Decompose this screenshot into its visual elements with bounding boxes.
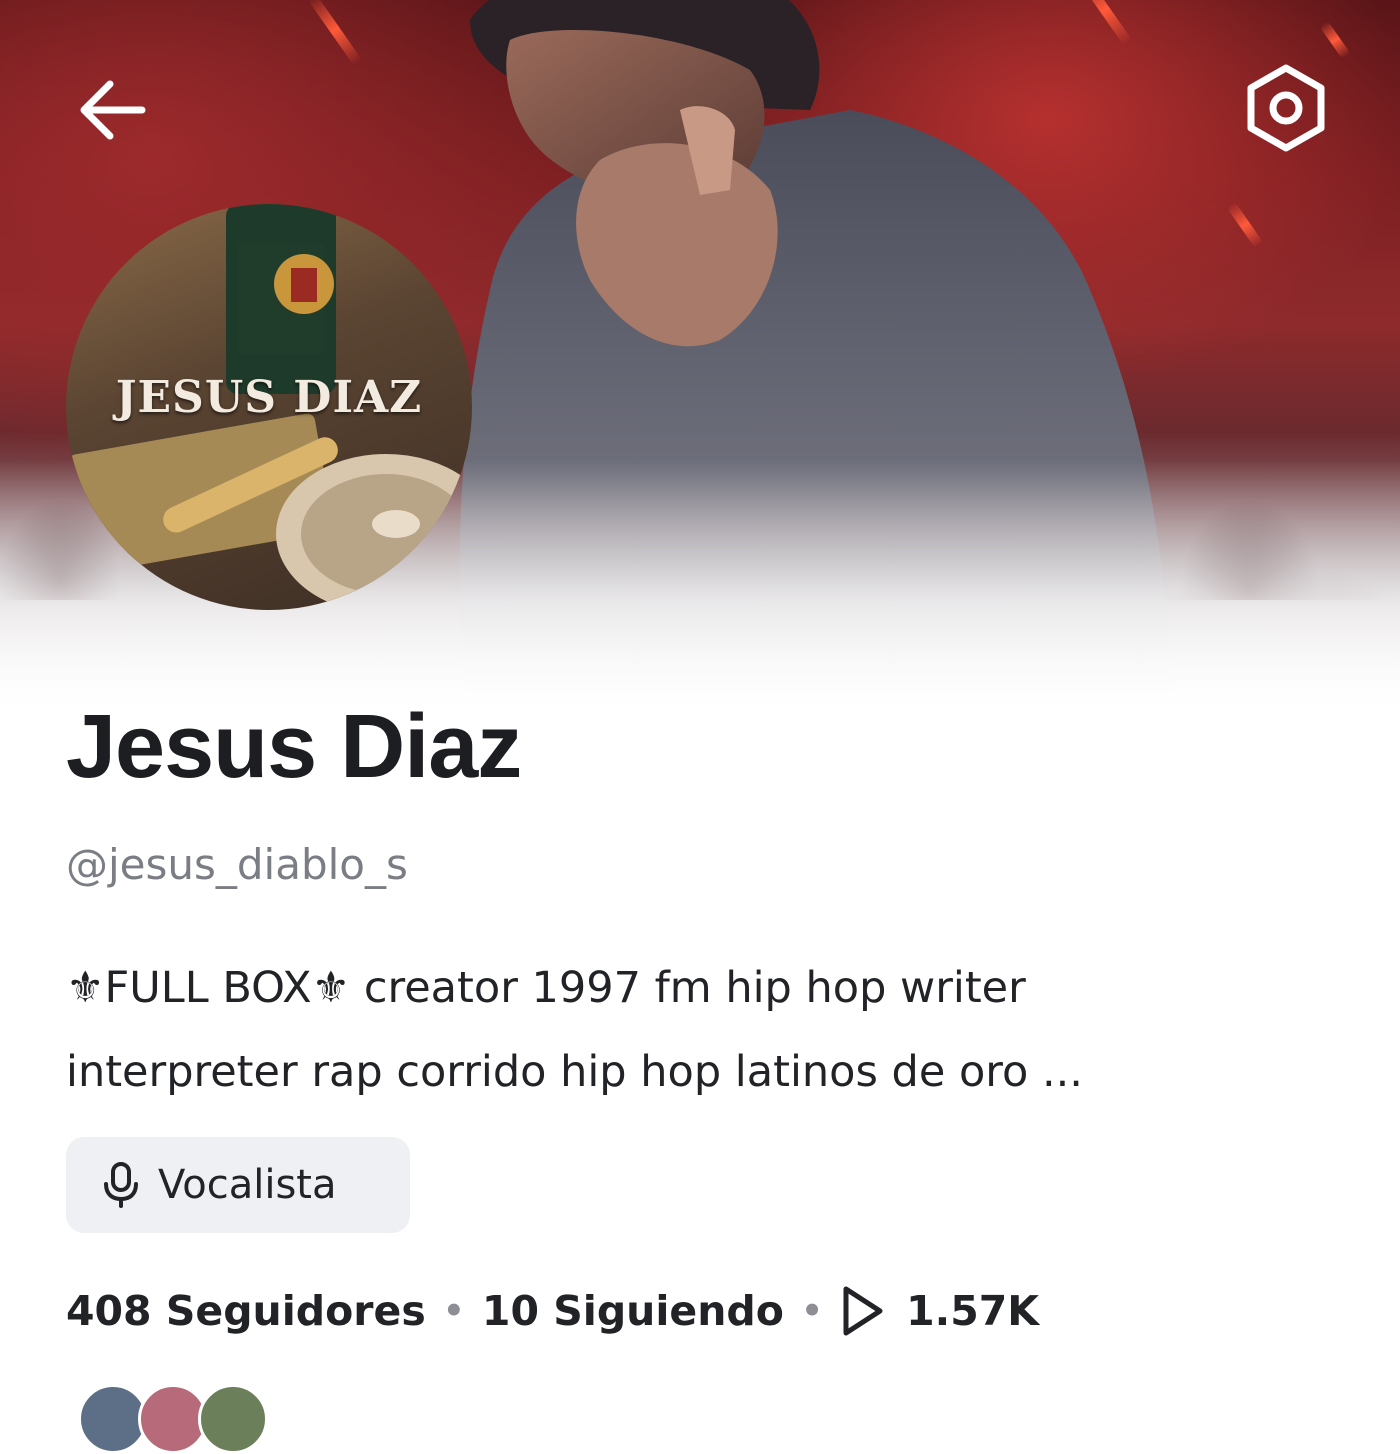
stats-separator: •	[799, 1287, 825, 1335]
plays-count: 1.57K	[840, 1285, 1039, 1337]
play-icon	[843, 1286, 883, 1336]
profile-bio[interactable]: ⚜FULL BOX⚜ creator 1997 fm hip hop write…	[66, 946, 1336, 1114]
bio-line: ⚜FULL BOX⚜ creator 1997 fm hip hop write…	[66, 963, 1026, 1013]
mutual-followers-avatars[interactable]	[78, 1384, 268, 1454]
avatar-logo-text: JESUS DIAZ	[115, 372, 423, 423]
mini-avatar	[198, 1384, 268, 1454]
profile-username: @jesus_diablo_s	[66, 840, 408, 889]
bio-line: interpreter rap corrido hip hop latinos …	[66, 1047, 1083, 1097]
back-button[interactable]	[62, 60, 162, 160]
settings-button[interactable]	[1236, 58, 1336, 158]
gear-icon	[1247, 64, 1325, 152]
role-chip[interactable]: Vocalista	[66, 1137, 410, 1233]
followers-count[interactable]: 408 Seguidores	[66, 1287, 426, 1335]
plays-value: 1.57K	[906, 1287, 1040, 1335]
stats-separator: •	[441, 1287, 466, 1335]
profile-display-name: Jesus Diaz	[66, 697, 522, 797]
role-chip-label: Vocalista	[158, 1162, 337, 1208]
microphone-icon	[104, 1162, 138, 1208]
spark-decoration	[1226, 201, 1264, 249]
spark-decoration	[307, 0, 363, 66]
arrow-left-icon	[80, 80, 146, 140]
avatar[interactable]: JESUS DIAZ	[66, 204, 472, 610]
spark-decoration	[1319, 20, 1351, 60]
following-count[interactable]: 10 Siguiendo	[482, 1287, 784, 1335]
profile-stats: 408 Seguidores • 10 Siguiendo • 1.57K	[66, 1276, 1039, 1346]
